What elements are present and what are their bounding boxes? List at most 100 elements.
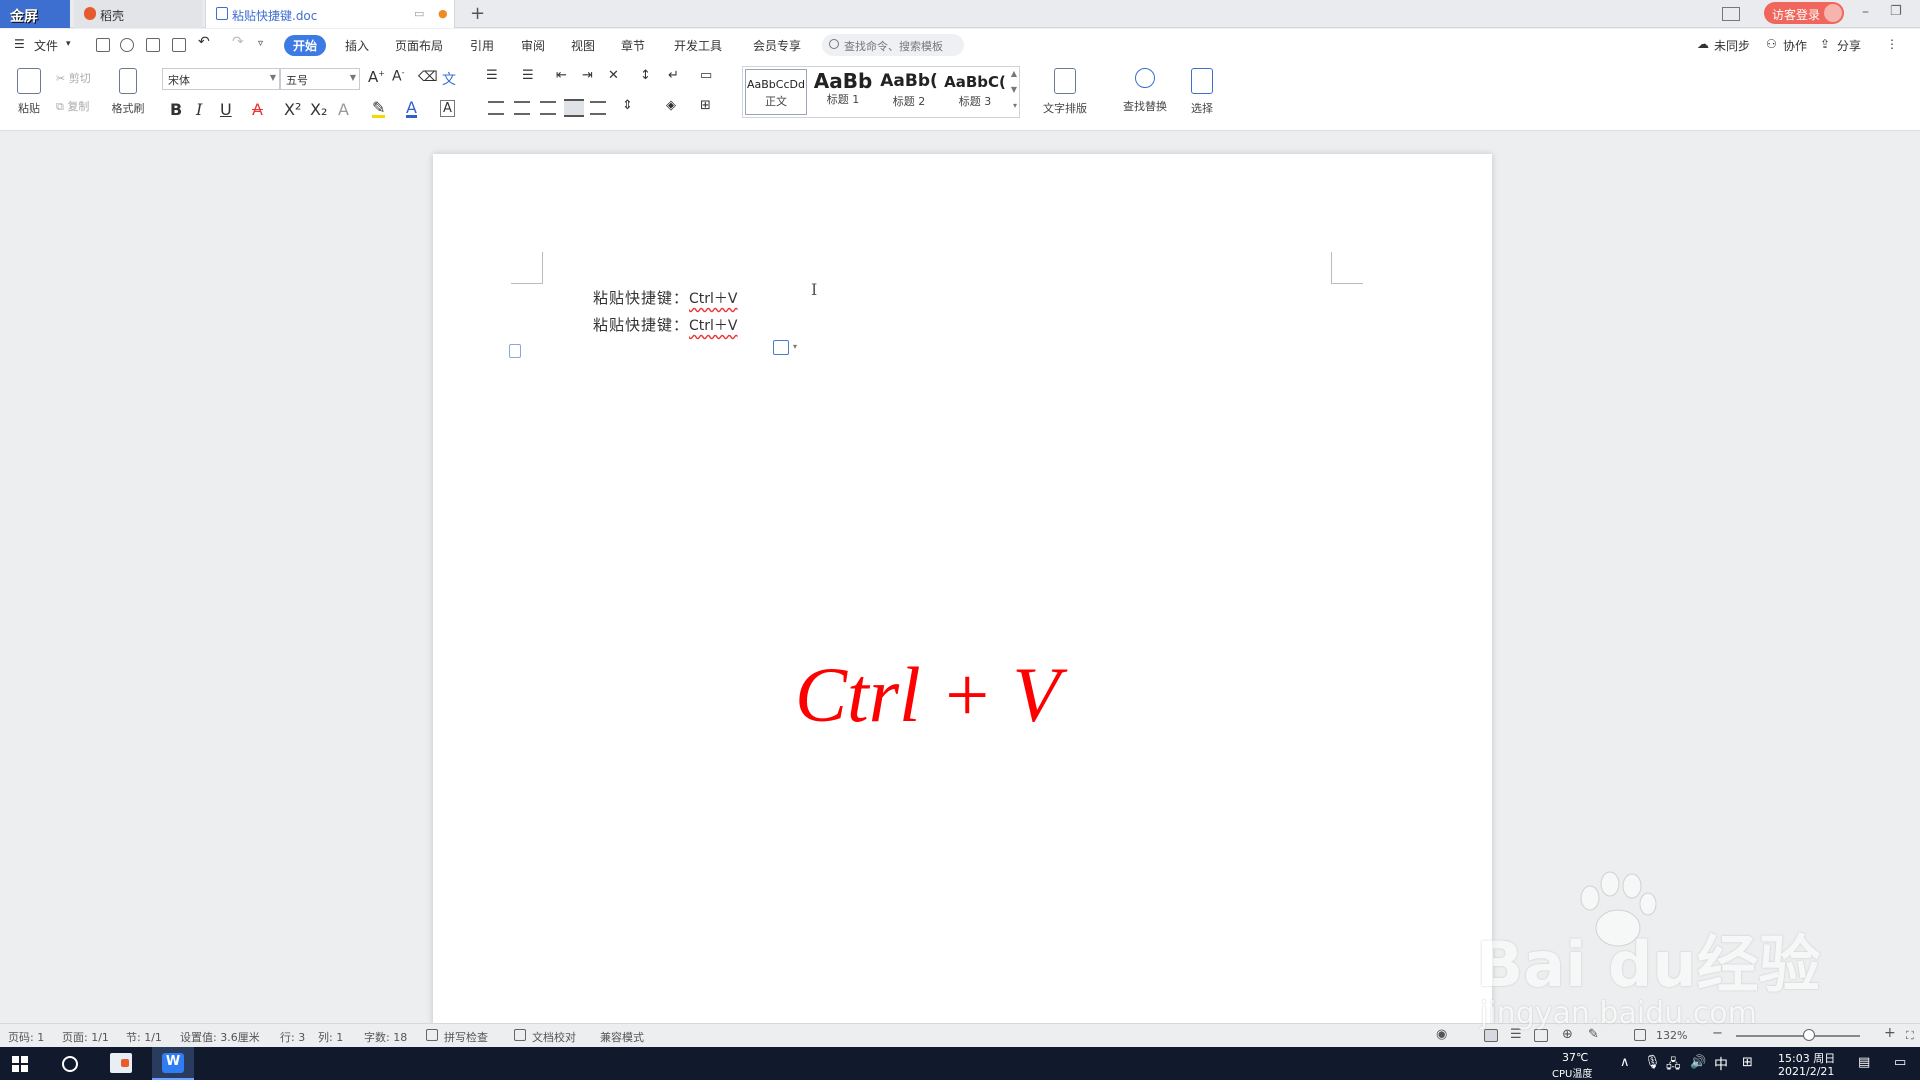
- strikethrough-button[interactable]: A: [252, 100, 263, 119]
- doc-paragraph-1[interactable]: 粘贴快捷键：Ctrl＋V: [593, 287, 738, 308]
- menu-reference[interactable]: 引用: [470, 37, 494, 54]
- document-page[interactable]: 粘贴快捷键：Ctrl＋V 粘贴快捷键：Ctrl＋V ▾ I Ctrl + V: [433, 154, 1492, 1024]
- paragraph-marker-icon[interactable]: [509, 344, 521, 358]
- keyboard-layout-icon[interactable]: ⊞: [1742, 1055, 1753, 1070]
- find-replace-button[interactable]: 查找替换: [1114, 68, 1176, 114]
- collab-button[interactable]: 协作: [1783, 37, 1807, 54]
- wps-taskbar-button[interactable]: W: [152, 1047, 194, 1080]
- status-row[interactable]: 行: 3: [280, 1029, 305, 1045]
- network-icon[interactable]: 🖧: [1666, 1055, 1681, 1077]
- scroll-down-icon[interactable]: ▼: [1011, 85, 1017, 94]
- windows-start-icon[interactable]: [12, 1056, 28, 1072]
- expand-icon[interactable]: ▾: [1013, 101, 1017, 110]
- numbering-icon[interactable]: ☰: [522, 68, 534, 83]
- scroll-up-icon[interactable]: ▲: [1011, 69, 1017, 78]
- home-tab[interactable]: 金屏: [0, 0, 70, 28]
- format-painter-button[interactable]: 格式刷: [108, 68, 148, 116]
- export-icon[interactable]: [120, 38, 134, 52]
- notification-icon[interactable]: ▤: [1858, 1055, 1870, 1070]
- microphone-icon[interactable]: 🎙: [1644, 1055, 1661, 1070]
- fullscreen-icon[interactable]: ⛶: [1906, 1029, 1914, 1043]
- align-left-icon[interactable]: [488, 101, 504, 115]
- menu-insert[interactable]: 插入: [345, 37, 369, 54]
- status-setting[interactable]: 设置值: 3.6厘米: [180, 1029, 260, 1045]
- menu-member[interactable]: 会员专享: [753, 37, 801, 54]
- cut-button[interactable]: ✂ 剪切: [56, 70, 91, 86]
- bullets-icon[interactable]: ☰: [486, 68, 498, 83]
- print-preview-icon[interactable]: [172, 38, 186, 52]
- ime-indicator[interactable]: 中: [1714, 1054, 1728, 1074]
- hamburger-icon[interactable]: ☰: [14, 37, 25, 51]
- menu-review[interactable]: 审阅: [521, 37, 545, 54]
- weather-label[interactable]: CPU温度: [1552, 1065, 1592, 1080]
- status-pages[interactable]: 页面: 1/1: [62, 1029, 109, 1045]
- zoom-in-icon[interactable]: +: [1884, 1025, 1896, 1041]
- superscript-button[interactable]: X²: [284, 100, 301, 119]
- spell-check-button[interactable]: 拼写检查: [444, 1029, 488, 1045]
- style-normal[interactable]: AaBbCcDd 正文: [745, 69, 807, 115]
- checkbox-icon[interactable]: [426, 1029, 438, 1041]
- restore-icon[interactable]: ❐: [1890, 4, 1902, 24]
- underline-button[interactable]: U: [220, 100, 232, 119]
- weather-temp[interactable]: 37℃: [1562, 1051, 1588, 1064]
- more-icon[interactable]: ⋮: [1886, 37, 1898, 51]
- status-word-count[interactable]: 字数: 18: [364, 1029, 407, 1045]
- select-button[interactable]: 选择: [1182, 68, 1222, 116]
- status-page-num[interactable]: 页码: 1: [8, 1029, 44, 1045]
- zoom-slider-track[interactable]: [1736, 1035, 1860, 1037]
- chevron-down-icon[interactable]: ▾: [793, 342, 797, 351]
- action-center-icon[interactable]: ▭: [1894, 1055, 1906, 1070]
- menu-page-layout[interactable]: 页面布局: [395, 37, 443, 54]
- sort-icon[interactable]: ↕: [640, 68, 651, 83]
- tray-expand-icon[interactable]: ∧: [1620, 1055, 1630, 1070]
- layout-icon[interactable]: [1722, 7, 1740, 21]
- font-name-select[interactable]: 宋体 ▼: [162, 68, 280, 90]
- distribute-icon[interactable]: [590, 101, 606, 115]
- zoom-slider-thumb[interactable]: [1803, 1029, 1815, 1041]
- print-icon[interactable]: [146, 38, 160, 52]
- volume-icon[interactable]: 🔊: [1690, 1055, 1706, 1070]
- chevron-down-icon[interactable]: ▾: [66, 39, 71, 49]
- grow-font-icon[interactable]: A+: [368, 68, 385, 86]
- menu-dev-tools[interactable]: 开发工具: [674, 37, 722, 54]
- tab-stop-icon[interactable]: ▭: [700, 68, 712, 83]
- command-search-input[interactable]: 查找命令、搜索模板: [822, 34, 964, 56]
- eye-protection-icon[interactable]: ◉: [1436, 1027, 1447, 1042]
- status-section[interactable]: 节: 1/1: [126, 1029, 162, 1045]
- decrease-indent-icon[interactable]: ⇤: [556, 68, 567, 83]
- menu-view[interactable]: 视图: [571, 37, 595, 54]
- minimize-icon[interactable]: –: [1862, 4, 1869, 24]
- menu-file[interactable]: 文件: [34, 37, 58, 54]
- shading-icon[interactable]: ◈: [666, 98, 676, 113]
- chinese-layout-icon[interactable]: ✕: [608, 68, 619, 83]
- tab-doke[interactable]: 稻壳: [74, 0, 202, 28]
- style-heading2[interactable]: AaBb( 标题 2: [877, 69, 941, 115]
- show-marks-icon[interactable]: ↵: [668, 68, 679, 83]
- pinyin-icon[interactable]: 文: [442, 69, 456, 89]
- doc-paragraph-2[interactable]: 粘贴快捷键：Ctrl＋V: [593, 314, 738, 335]
- style-heading1[interactable]: AaBb 标题 1: [811, 69, 875, 115]
- file-explorer-icon[interactable]: [110, 1053, 132, 1073]
- collab-icon[interactable]: ⚇: [1766, 37, 1777, 51]
- redo-icon[interactable]: ↷: [232, 34, 244, 50]
- new-tab-button[interactable]: +: [470, 3, 485, 24]
- shrink-font-icon[interactable]: A-: [392, 68, 404, 85]
- undo-icon[interactable]: ↶: [198, 34, 210, 50]
- text-layout-button[interactable]: 文字排版: [1034, 68, 1096, 116]
- menu-chapter[interactable]: 章节: [621, 37, 645, 54]
- line-spacing-icon[interactable]: ⇕: [622, 98, 633, 113]
- clear-format-icon[interactable]: ⌫: [418, 69, 438, 85]
- menu-start[interactable]: 开始: [284, 35, 327, 56]
- share-button[interactable]: 分享: [1837, 37, 1861, 54]
- cloud-icon[interactable]: ☁: [1697, 37, 1709, 51]
- align-right-icon[interactable]: [540, 101, 556, 115]
- paste-options-icon[interactable]: [773, 340, 789, 355]
- doc-proof-button[interactable]: 文档校对: [532, 1029, 576, 1045]
- screen-icon[interactable]: ▭: [414, 7, 424, 20]
- customize-icon[interactable]: ▿: [258, 38, 263, 49]
- highlight-button[interactable]: ✎: [372, 100, 386, 118]
- text-effect-button[interactable]: A: [338, 100, 349, 119]
- cortana-search-icon[interactable]: [62, 1056, 78, 1072]
- clock-time[interactable]: 15:03 周日: [1778, 1050, 1835, 1066]
- borders-icon[interactable]: ⊞: [700, 98, 711, 113]
